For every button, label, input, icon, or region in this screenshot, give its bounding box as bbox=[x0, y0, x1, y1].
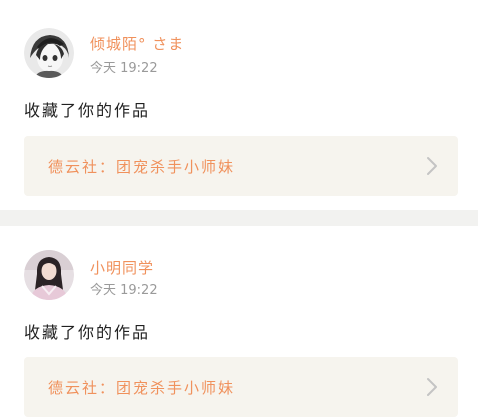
username[interactable]: 小明同学 bbox=[90, 257, 154, 278]
section-divider bbox=[0, 210, 478, 226]
user-avatar[interactable] bbox=[24, 250, 74, 300]
work-link[interactable]: 德云社：团宠杀手小师妹 bbox=[24, 136, 458, 196]
timestamp: 今天 19:22 bbox=[90, 61, 158, 76]
chevron-right-icon bbox=[427, 378, 437, 396]
feed-item: 倾城陌° さま 今天 19:22 收藏了你的作品 德云社：团宠杀手小师妹 bbox=[0, 0, 478, 210]
work-title: 德云社：团宠杀手小师妹 bbox=[48, 158, 236, 176]
action-text: 收藏了你的作品 bbox=[24, 101, 151, 120]
anime-avatar-icon bbox=[24, 28, 74, 78]
chevron-right-icon bbox=[427, 157, 437, 175]
timestamp: 今天 19:22 bbox=[90, 283, 158, 298]
username[interactable]: 倾城陌° さま bbox=[90, 33, 184, 54]
work-link[interactable]: 德云社：团宠杀手小师妹 bbox=[24, 357, 458, 417]
action-text: 收藏了你的作品 bbox=[24, 323, 151, 342]
work-title: 德云社：团宠杀手小师妹 bbox=[48, 379, 236, 397]
user-avatar[interactable] bbox=[24, 28, 74, 78]
feed-item: 小明同学 今天 19:22 收藏了你的作品 德云社：团宠杀手小师妹 bbox=[0, 226, 478, 417]
photo-avatar-icon bbox=[24, 250, 74, 300]
